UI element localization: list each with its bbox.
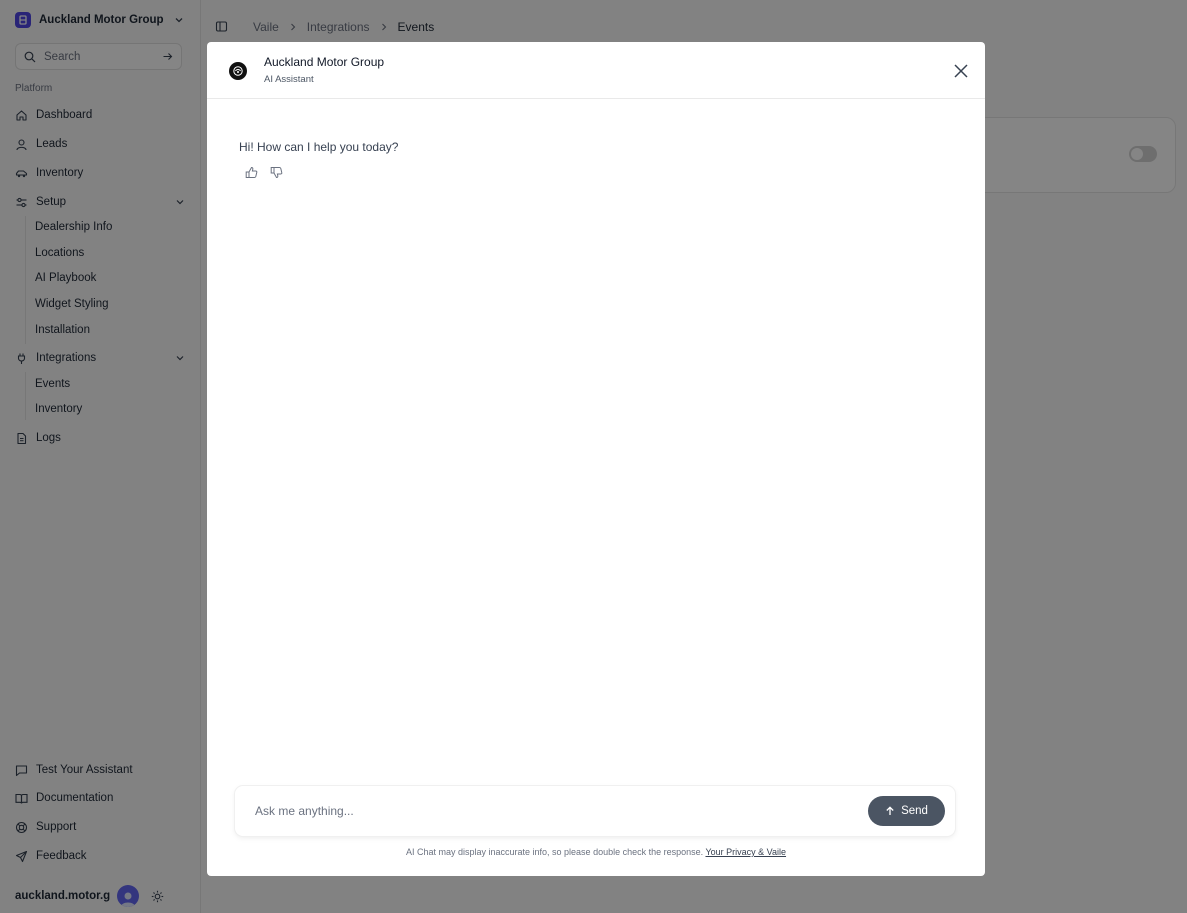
thumbs-down-icon[interactable] xyxy=(270,166,283,179)
disclaimer: AI Chat may display inaccurate info, so … xyxy=(207,847,985,857)
disclaimer-text: AI Chat may display inaccurate info, so … xyxy=(405,847,704,857)
thumbs-up-icon[interactable] xyxy=(245,166,258,179)
chat-input[interactable]: Ask me anything... xyxy=(255,804,354,818)
send-button[interactable]: Send xyxy=(868,796,945,826)
send-label: Send xyxy=(901,805,928,817)
chat-title: Auckland Motor Group xyxy=(264,55,385,69)
assistant-avatar-icon xyxy=(229,62,247,80)
close-button[interactable] xyxy=(951,61,971,81)
chat-composer: Ask me anything... Send xyxy=(235,786,955,836)
chat-header: Auckland Motor Group AI Assistant xyxy=(207,42,985,99)
close-icon xyxy=(953,63,969,79)
arrow-up-icon xyxy=(885,806,895,816)
privacy-link[interactable]: Your Privacy & Vaile xyxy=(705,847,786,857)
message-feedback xyxy=(245,166,283,179)
chat-subtitle: AI Assistant xyxy=(264,74,314,85)
assistant-message: Hi! How can I help you today? xyxy=(239,140,399,154)
chat-modal: Auckland Motor Group AI Assistant Hi! Ho… xyxy=(207,42,985,876)
